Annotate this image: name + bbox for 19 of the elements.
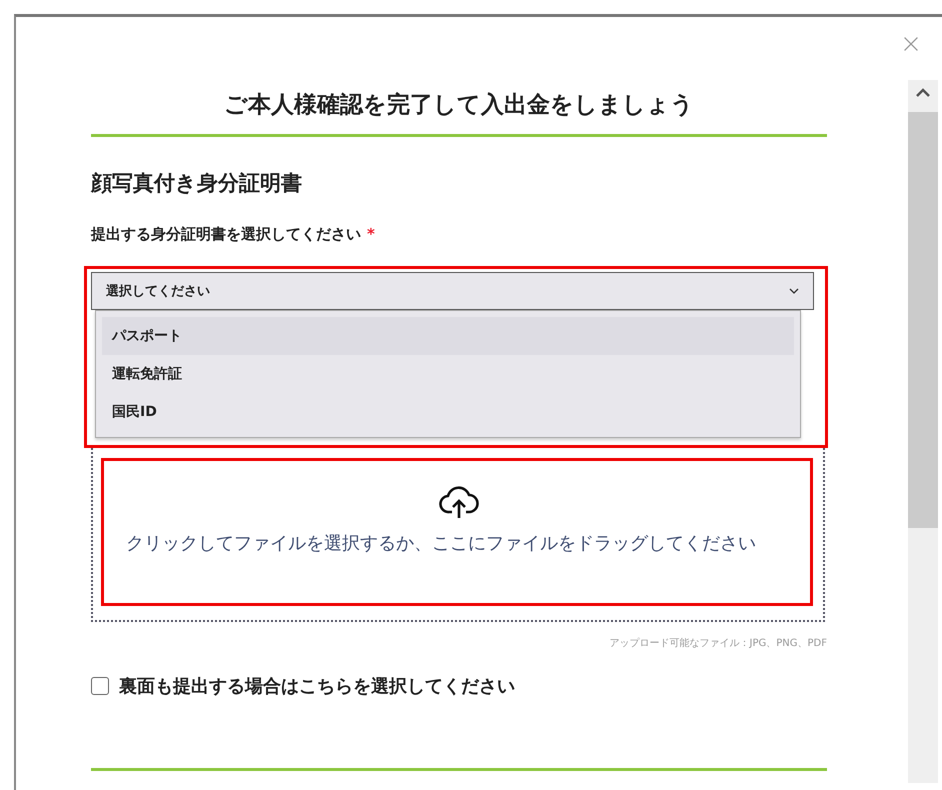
chevron-down-icon [789,288,799,294]
upload-area[interactable]: クリックしてファイルを選択するか、ここにファイルをドラッグしてください [91,448,825,622]
dialog-title: ご本人様確認を完了して入出金をしましょう [223,91,695,120]
required-marker: * [367,225,375,244]
dropdown-option[interactable]: パスポート [102,317,794,355]
scrollbar[interactable] [908,80,938,783]
dropdown-option[interactable]: 運転免許証 [102,355,794,393]
scrollbar-thumb[interactable] [908,112,938,528]
upload-instruction: クリックしてファイルを選択するか、ここにファイルをドラッグしてください [126,532,757,556]
field-label: 提出する身分証明書を選択してください [91,225,361,244]
scroll-up-icon[interactable] [916,88,930,98]
dropdown-option[interactable]: 国民ID [102,393,794,431]
checkbox-label: 裏面も提出する場合はこちらを選択してください [119,675,515,698]
file-types-hint: アップロード可能なファイル：JPG、PNG、PDF [608,636,827,650]
select-field[interactable]: 選択してください [91,272,814,310]
close-icon[interactable] [903,36,919,52]
section-heading: 顔写真付き身分証明書 [91,170,303,197]
cloud-upload-icon [439,485,479,519]
checkbox[interactable] [91,677,109,695]
